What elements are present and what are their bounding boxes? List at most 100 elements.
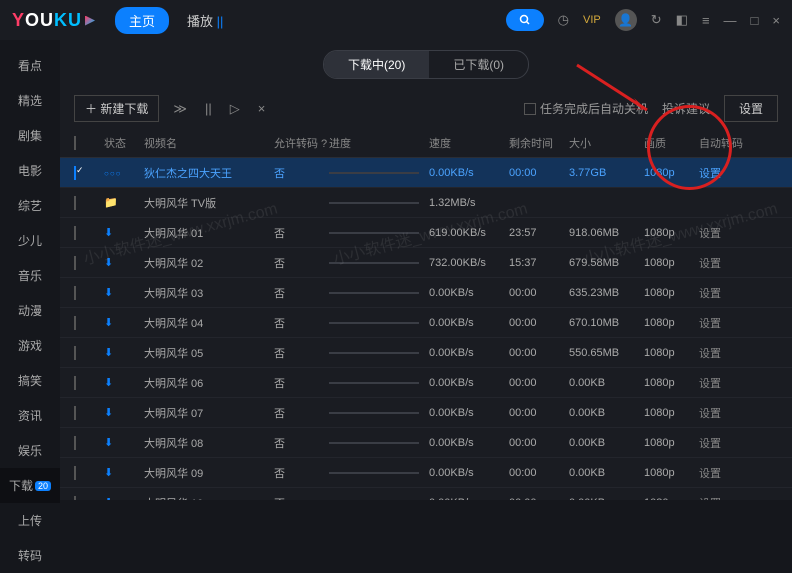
row-checkbox[interactable] [74, 406, 76, 420]
row-checkbox[interactable] [74, 196, 76, 210]
sidebar-item-14[interactable]: 转码 [0, 538, 60, 573]
sidebar-item-0[interactable]: 看点 [0, 48, 60, 83]
row-settings-link[interactable]: 设置 [699, 405, 749, 421]
table-row[interactable]: 📁大明风华 TV版1.32MB/s [60, 188, 792, 218]
logo: YOUKU [12, 10, 95, 31]
row-checkbox[interactable] [74, 316, 76, 330]
file-size: 679.58MB [569, 257, 644, 269]
sidebar-item-3[interactable]: 电影 [0, 153, 60, 188]
vip-badge[interactable]: VIP [583, 14, 601, 26]
row-checkbox[interactable] [74, 376, 76, 390]
tab-downloaded[interactable]: 已下载(0) [429, 51, 528, 78]
row-settings-link[interactable]: 设置 [699, 225, 749, 241]
row-checkbox[interactable] [74, 286, 76, 300]
row-settings-link[interactable]: 设置 [699, 255, 749, 271]
sidebar-item-11[interactable]: 娱乐 [0, 433, 60, 468]
remain-time: 00:00 [509, 347, 569, 359]
quality: 1080p [644, 317, 699, 329]
close-icon[interactable]: × [772, 13, 780, 28]
sidebar-item-4[interactable]: 综艺 [0, 188, 60, 223]
nav-play[interactable]: 播放 || [187, 11, 223, 30]
table-row[interactable]: ⬇大明风华 09否0.00KB/s00:000.00KB1080p设置 [60, 458, 792, 488]
col-name: 视频名 [144, 135, 274, 151]
row-checkbox[interactable] [74, 436, 76, 450]
speed: 0.00KB/s [429, 497, 509, 501]
row-checkbox[interactable] [74, 256, 76, 270]
quality: 1080p [644, 377, 699, 389]
delete-icon[interactable]: × [254, 101, 270, 116]
table-row[interactable]: ⬇大明风华 03否0.00KB/s00:00635.23MB1080p设置 [60, 278, 792, 308]
row-checkbox[interactable] [74, 346, 76, 360]
row-checkbox[interactable] [74, 466, 76, 480]
quality: 1080p [644, 467, 699, 479]
col-remain: 剩余时间 [509, 135, 569, 151]
maximize-icon[interactable]: □ [751, 13, 759, 28]
row-checkbox[interactable] [74, 166, 76, 180]
minimize-icon[interactable]: — [724, 13, 737, 28]
download-table: 状态 视频名 允许转码 ? 进度 速度 剩余时间 大小 画质 自动转码 ○○○狄… [60, 128, 792, 500]
allow-transcode: 否 [274, 255, 329, 271]
row-checkbox[interactable] [74, 226, 76, 240]
table-row[interactable]: ⬇大明风华 07否0.00KB/s00:000.00KB1080p设置 [60, 398, 792, 428]
feedback-link[interactable]: 投诉建议 [662, 100, 710, 117]
skin-icon[interactable]: ◧ [676, 12, 688, 28]
row-settings-link[interactable]: 设置 [699, 435, 749, 451]
pause-icon[interactable]: || [201, 101, 216, 116]
menu-icon[interactable]: ≡ [702, 13, 710, 28]
quality: 1080p [644, 347, 699, 359]
row-settings-link[interactable]: 设置 [699, 285, 749, 301]
row-settings-link[interactable]: 设置 [699, 165, 749, 181]
shutdown-checkbox[interactable]: 任务完成后自动关机 [524, 100, 648, 117]
download-icon: ⬇ [104, 377, 113, 389]
quality: 1080p [644, 167, 699, 179]
sidebar-item-8[interactable]: 游戏 [0, 328, 60, 363]
video-name: 大明风华 03 [144, 285, 274, 301]
progress-bar [329, 472, 419, 474]
speed: 1.32MB/s [429, 197, 509, 209]
play-icon[interactable]: ▷ [226, 101, 244, 117]
table-row[interactable]: ⬇大明风华 02否732.00KB/s15:37679.58MB1080p设置 [60, 248, 792, 278]
row-settings-link[interactable]: 设置 [699, 495, 749, 501]
row-settings-link[interactable]: 设置 [699, 375, 749, 391]
table-row[interactable]: ⬇大明风华 08否0.00KB/s00:000.00KB1080p设置 [60, 428, 792, 458]
sidebar-item-2[interactable]: 剧集 [0, 118, 60, 153]
search-button[interactable] [506, 9, 544, 31]
speed: 0.00KB/s [429, 167, 509, 179]
sidebar-item-5[interactable]: 少儿 [0, 223, 60, 258]
remain-time: 23:57 [509, 227, 569, 239]
sidebar-item-10[interactable]: 资讯 [0, 398, 60, 433]
row-settings-link[interactable]: 设置 [699, 465, 749, 481]
sidebar-item-9[interactable]: 搞笑 [0, 363, 60, 398]
sidebar-item-6[interactable]: 音乐 [0, 258, 60, 293]
file-size: 0.00KB [569, 437, 644, 449]
tab-downloading[interactable]: 下载中(20) [324, 51, 429, 78]
sidebar-item-1[interactable]: 精选 [0, 83, 60, 118]
history-icon[interactable]: ◷ [558, 12, 569, 28]
row-settings-link[interactable]: 设置 [699, 345, 749, 361]
sidebar-item-7[interactable]: 动漫 [0, 293, 60, 328]
video-name: 狄仁杰之四大天王 [144, 165, 274, 181]
table-row[interactable]: ⬇大明风华 05否0.00KB/s00:00550.65MB1080p设置 [60, 338, 792, 368]
file-size: 550.65MB [569, 347, 644, 359]
allow-transcode: 否 [274, 435, 329, 451]
row-checkbox[interactable] [74, 496, 76, 501]
nav-home[interactable]: 主页 [115, 7, 169, 34]
refresh-icon[interactable]: ↻ [651, 12, 662, 28]
table-row[interactable]: ⬇大明风华 01否619.00KB/s23:57918.06MB1080p设置 [60, 218, 792, 248]
select-all-checkbox[interactable] [74, 136, 76, 150]
quality: 1080p [644, 227, 699, 239]
avatar[interactable]: 👤 [615, 9, 637, 31]
start-all-icon[interactable]: ≫ [169, 101, 191, 117]
sidebar-item-13[interactable]: 上传 [0, 503, 60, 538]
table-row[interactable]: ○○○狄仁杰之四大天王否0.00KB/s00:003.77GB1080p设置 [60, 158, 792, 188]
table-row[interactable]: ⬇大明风华 06否0.00KB/s00:000.00KB1080p设置 [60, 368, 792, 398]
row-settings-link[interactable]: 设置 [699, 315, 749, 331]
settings-button[interactable]: 设置 [724, 95, 778, 122]
file-size: 0.00KB [569, 377, 644, 389]
table-row[interactable]: ⬇大明风华 04否0.00KB/s00:00670.10MB1080p设置 [60, 308, 792, 338]
sidebar-item-12[interactable]: 下载20 [0, 468, 60, 503]
new-download-button[interactable]: ＋ 新建下载 [74, 95, 159, 122]
speed: 0.00KB/s [429, 467, 509, 479]
speed: 0.00KB/s [429, 407, 509, 419]
table-row[interactable]: ⬇大明风华 10否0.00KB/s00:000.00KB1080p设置 [60, 488, 792, 500]
